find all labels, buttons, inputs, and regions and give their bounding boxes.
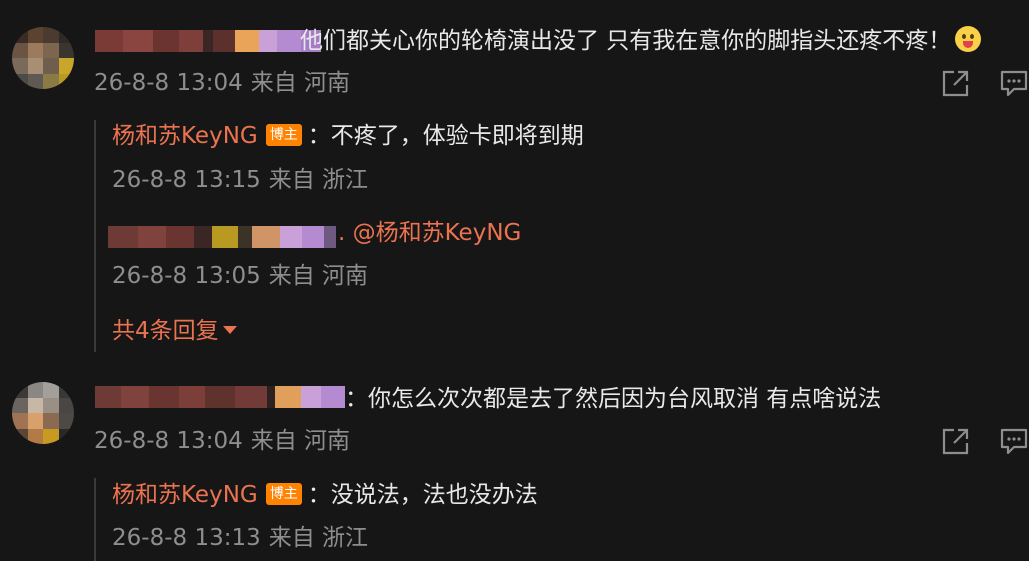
reply-author-link[interactable]: 杨和苏KeyNG: [112, 482, 258, 508]
reply-thread-divider: [94, 478, 98, 561]
reply-location: 来自 河南: [268, 263, 369, 289]
blogger-badge: 博主: [265, 482, 302, 505]
share-icon[interactable]: [941, 426, 971, 456]
comment-time: 26-8-8 13:04: [94, 428, 243, 454]
comment-meta: 26-8-8 13:04 来自 河南: [94, 426, 350, 456]
username-blurred[interactable]: [95, 30, 321, 52]
reply-thread-divider: [94, 120, 98, 352]
reply-author-link[interactable]: 杨和苏KeyNG: [112, 123, 258, 149]
comment-meta: 26-8-8 13:04 来自 河南: [94, 68, 350, 98]
avatar[interactable]: [12, 27, 74, 89]
comment-icon[interactable]: [999, 68, 1029, 98]
username-blurred[interactable]: [95, 386, 345, 408]
reply-time: 26-8-8 13:05: [112, 263, 261, 289]
reply-meta: 26-8-8 13:05 来自 河南: [112, 261, 368, 291]
share-icon[interactable]: [941, 68, 971, 98]
reply-line: 杨和苏KeyNG 博主 ：没说法，法也没办法: [112, 480, 538, 510]
grinning-tongue-emoji: [955, 25, 982, 52]
reply-mention[interactable]: . @杨和苏KeyNG: [338, 218, 521, 248]
reply-meta: 26-8-8 13:13 来自 浙江: [112, 523, 368, 553]
reply-text: ：没说法，法也没办法: [307, 482, 538, 508]
reply-location: 来自 浙江: [268, 167, 369, 193]
avatar[interactable]: [12, 382, 74, 444]
reply-text: ：不疼了，体验卡即将到期: [307, 123, 584, 149]
reply-username-blurred[interactable]: [108, 226, 336, 248]
comment-location: 来自 河南: [250, 70, 351, 96]
comment-time: 26-8-8 13:04: [94, 70, 243, 96]
reply-time: 26-8-8 13:13: [112, 525, 261, 551]
blogger-badge: 博主: [265, 123, 302, 146]
reply-line: 杨和苏KeyNG 博主 ：不疼了，体验卡即将到期: [112, 121, 584, 151]
reply-location: 来自 浙江: [268, 525, 369, 551]
more-replies-link[interactable]: 共4条回复: [112, 316, 237, 346]
reply-time: 26-8-8 13:15: [112, 167, 261, 193]
caret-down-icon: [222, 325, 237, 334]
reply-meta: 26-8-8 13:15 来自 浙江: [112, 165, 368, 195]
comment-location: 来自 河南: [250, 428, 351, 454]
comment-text: ：你怎么次次都是去了然后因为台风取消 有点啥说法: [345, 386, 882, 412]
comment-icon[interactable]: [999, 426, 1029, 456]
comment-text: 他们都关心你的轮椅演出没了 只有我在意你的脚指头还疼不疼！: [300, 25, 982, 56]
